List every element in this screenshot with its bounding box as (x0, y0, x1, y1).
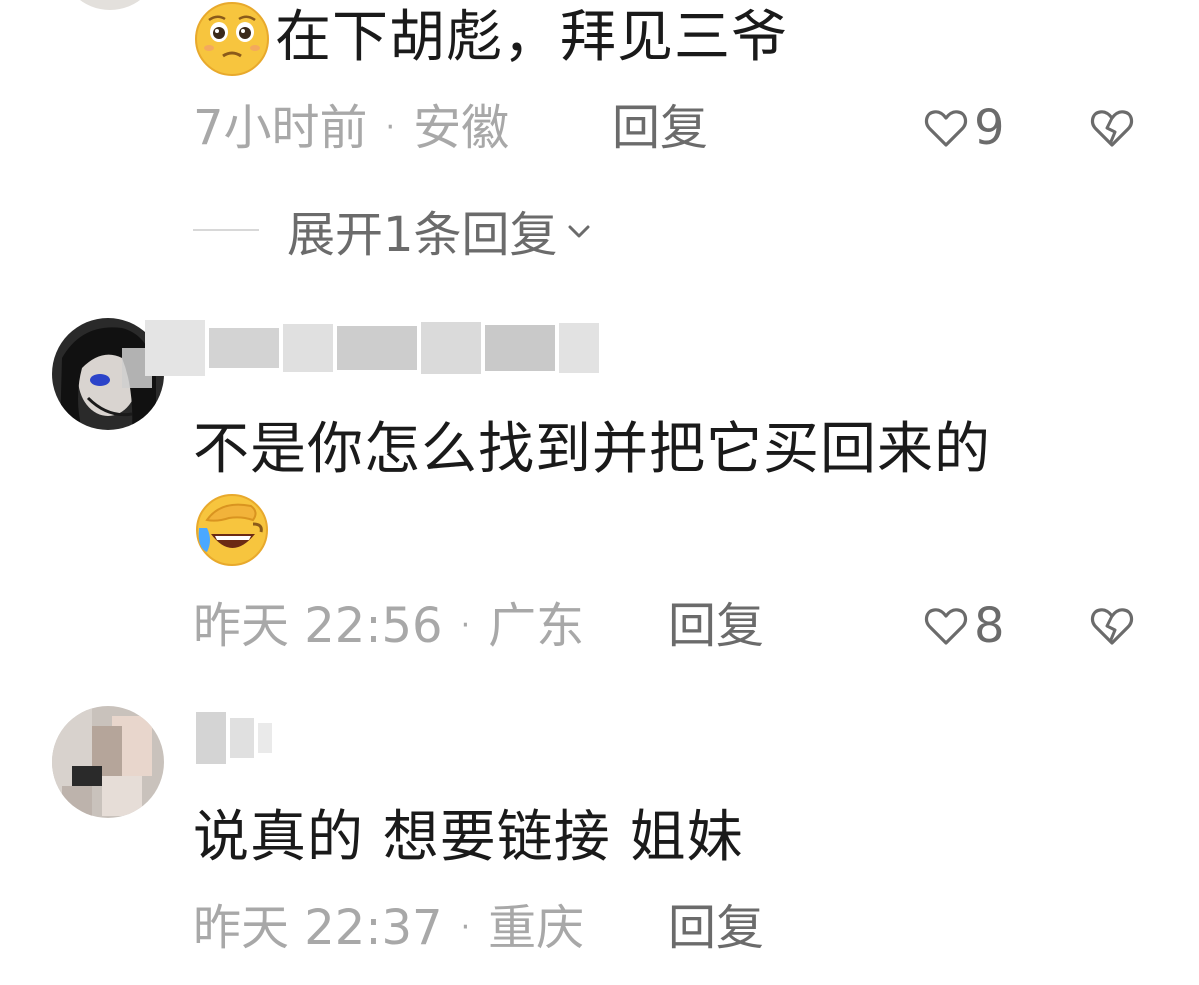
broken-heart-icon[interactable] (1088, 104, 1136, 152)
reply-button[interactable]: 回复 (668, 900, 764, 956)
comment-meta: 昨天 22:37 · 重庆 (193, 900, 584, 956)
like-count: 8 (974, 598, 1005, 654)
comment-time: 昨天 22:56 (193, 598, 443, 654)
comment-time: 7小时前 (193, 100, 368, 156)
expand-replies-label: 展开1条回复 (287, 207, 558, 263)
username-blurred[interactable] (196, 712, 272, 764)
like-button[interactable]: 8 (922, 598, 1005, 654)
pleading-face-emoji (195, 2, 269, 76)
comment-meta: 昨天 22:56 · 广东 (193, 598, 584, 654)
username-blurred[interactable] (145, 320, 599, 376)
avatar[interactable] (60, 0, 160, 10)
avatar[interactable] (52, 706, 164, 818)
expand-replies-button[interactable]: 展开1条回复 (193, 200, 594, 263)
comment-location: 安徽 (413, 100, 510, 156)
comment-time: 昨天 22:37 (193, 900, 443, 956)
like-count: 9 (974, 100, 1005, 156)
like-button[interactable]: 9 (922, 100, 1005, 156)
chevron-down-icon (568, 225, 590, 238)
reply-button[interactable]: 回复 (612, 100, 708, 156)
comment-meta: 7小时前 · 安徽 (193, 100, 509, 156)
comment-text: 不是你怎么找到并把它买回来的 (193, 417, 991, 482)
reply-button[interactable]: 回复 (668, 598, 764, 654)
comment-list: 在下胡彪，拜见三爷 7小时前 · 安徽 回复 9 展开1条回复 不是你怎么找到并… (0, 0, 1199, 985)
divider-line (193, 229, 259, 231)
comment-location: 广东 (488, 598, 585, 654)
heart-outline-icon (924, 110, 968, 147)
heart-outline-icon (924, 608, 968, 645)
separator-dot: · (460, 910, 471, 945)
broken-heart-icon[interactable] (1088, 602, 1136, 650)
separator-dot: · (460, 608, 471, 643)
separator-dot: · (385, 110, 396, 145)
comment-location: 重庆 (488, 900, 585, 956)
comment-text: 在下胡彪，拜见三爷 (275, 5, 788, 70)
facepalm-laugh-emoji (196, 494, 268, 566)
comment-text: 说真的 想要链接 姐妹 (193, 805, 744, 870)
